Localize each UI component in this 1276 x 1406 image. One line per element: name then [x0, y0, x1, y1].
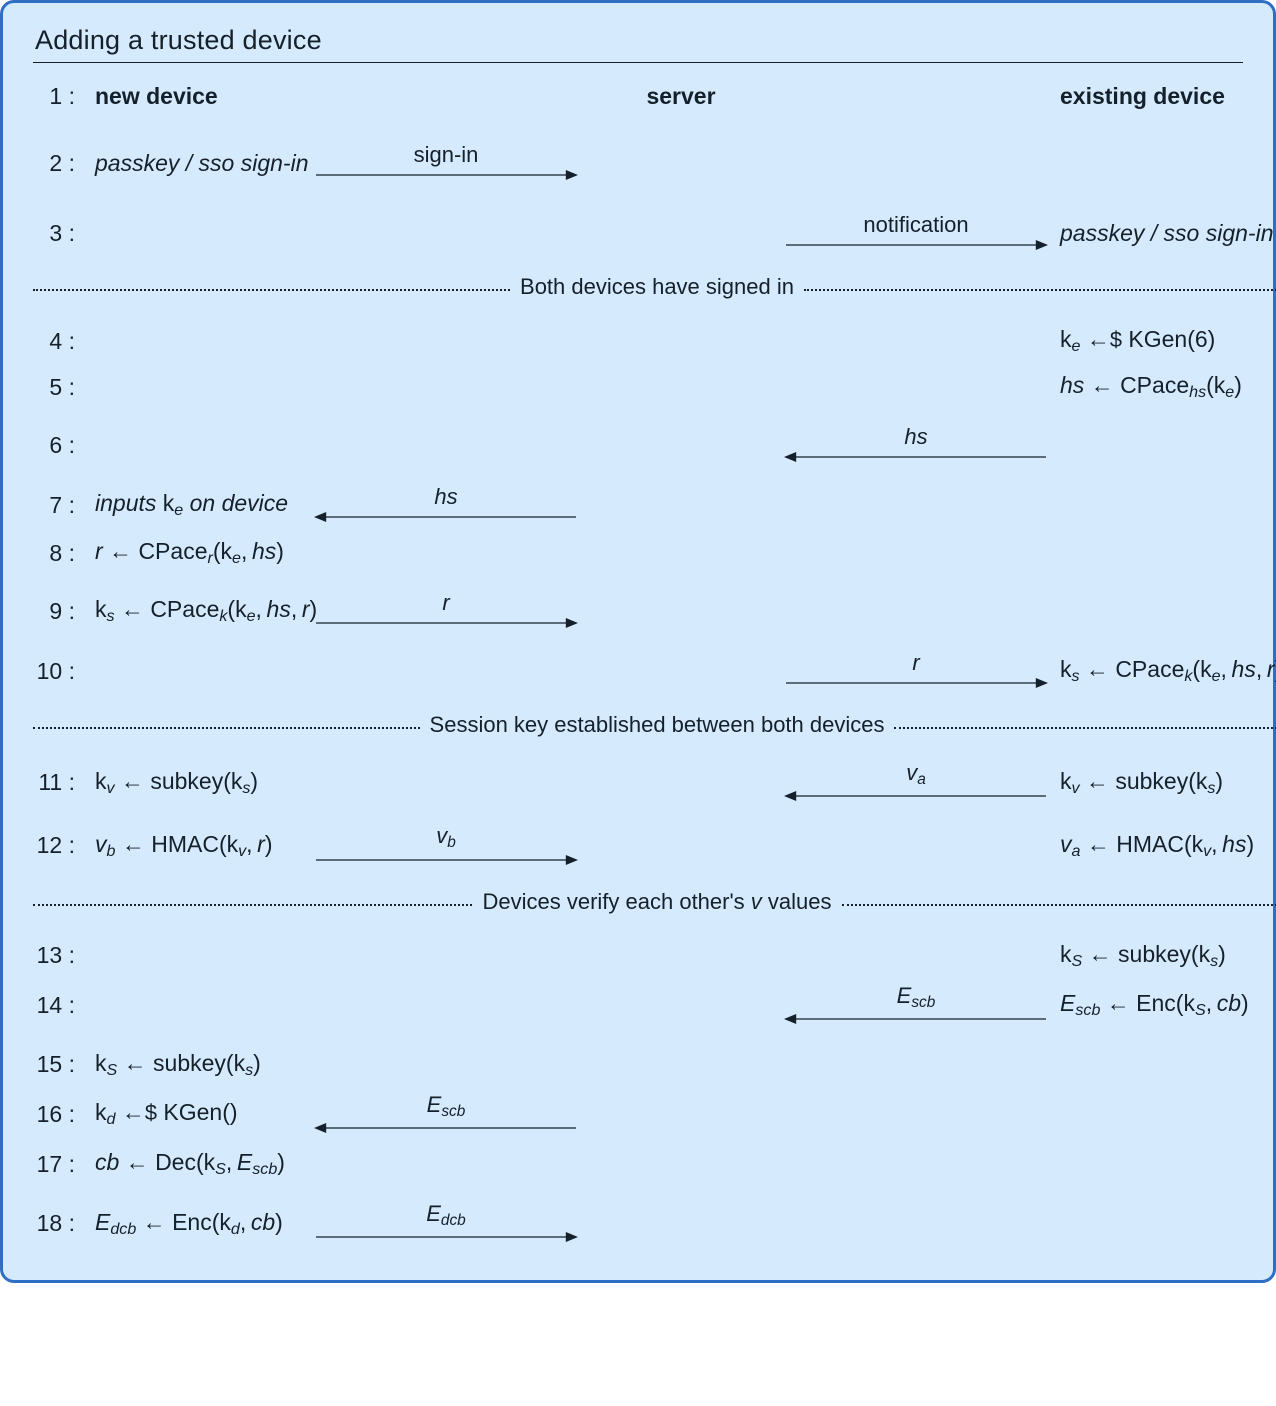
row-num: 17: [33, 1151, 81, 1178]
step-text: Escb ← Enc(kS, cb): [1056, 982, 1276, 1028]
row-num: 15: [33, 1051, 81, 1078]
row-num: 10: [33, 658, 81, 685]
row-num: 6: [33, 432, 81, 459]
row-num: 8: [33, 540, 81, 567]
separator-both-signed-in: Both devices have signed in: [33, 258, 1276, 318]
step-text: kv ← subkey(ks): [81, 760, 306, 806]
row-num: 13: [33, 942, 81, 969]
row-num: 9: [33, 598, 81, 625]
step-text: inputs ke on device: [81, 482, 306, 528]
step-text: Edcb ← Enc(kd, cb): [81, 1201, 306, 1247]
arrow-va-back: va: [776, 756, 1056, 809]
step-text: kS ← subkey(ks): [81, 1042, 306, 1088]
arrow-escb-back: Escb: [776, 979, 1056, 1032]
row-num: 16: [33, 1101, 81, 1128]
step-text: ke ←$ KGen(6): [1056, 318, 1276, 364]
step-text: ks ← CPacek(ke, hs, r): [1056, 648, 1276, 694]
protocol-grid: 1 new device server existing device 2 pa…: [33, 75, 1243, 1250]
row-num: 3: [33, 220, 81, 247]
protocol-diagram: Adding a trusted device 1 new device ser…: [0, 0, 1276, 1283]
row-num: 1: [33, 83, 81, 110]
step-text: va ← HMAC(kv, hs): [1056, 823, 1276, 869]
separator-session-key: Session key established between both dev…: [33, 696, 1276, 756]
row-num: 7: [33, 492, 81, 519]
step-text: hs ← CPacehs(ke): [1056, 364, 1276, 410]
step-text: kv ← subkey(ks): [1056, 760, 1276, 806]
row-num: 18: [33, 1210, 81, 1237]
step-text: kS ← subkey(ks): [1056, 933, 1276, 979]
row-num: 5: [33, 374, 81, 401]
step-text: passkey / sso sign-in: [1056, 212, 1276, 255]
step-text: passkey / sso sign-in: [81, 142, 306, 185]
step-text: ks ← CPacek(ke, hs, r): [81, 588, 306, 634]
arrow-sign-in: sign-in: [306, 138, 586, 188]
separator-verify-v: Devices verify each other's v values: [33, 873, 1276, 933]
arrow-vb-fwd: vb: [306, 819, 586, 872]
arrow-hs-back-1: hs: [776, 420, 1056, 470]
row-num: 14: [33, 992, 81, 1019]
col-header-existing-device: existing device: [1056, 75, 1276, 118]
step-text: r ← CPacer(ke, hs): [81, 530, 306, 576]
step-text: vb ← HMAC(kv, r): [81, 823, 306, 869]
arrow-notification: notification: [776, 208, 1056, 258]
arrow-edcb-fwd: Edcb: [306, 1197, 586, 1250]
arrow-r-fwd-2: r: [776, 646, 1056, 696]
arrow-r-fwd-1: r: [306, 586, 586, 636]
col-header-server: server: [586, 75, 776, 118]
row-num: 4: [33, 328, 81, 355]
step-text: kd ←$ KGen(): [81, 1091, 306, 1137]
step-text: cb ← Dec(kS, Escb): [81, 1141, 306, 1187]
arrow-escb-back-2: Escb: [306, 1088, 586, 1141]
col-header-new-device: new device: [81, 75, 306, 118]
row-num: 2: [33, 150, 81, 177]
diagram-title: Adding a trusted device: [35, 25, 1243, 56]
row-num: 12: [33, 832, 81, 859]
row-num: 11: [33, 769, 81, 796]
title-divider: [33, 62, 1243, 63]
arrow-hs-back-2: hs: [306, 480, 586, 530]
